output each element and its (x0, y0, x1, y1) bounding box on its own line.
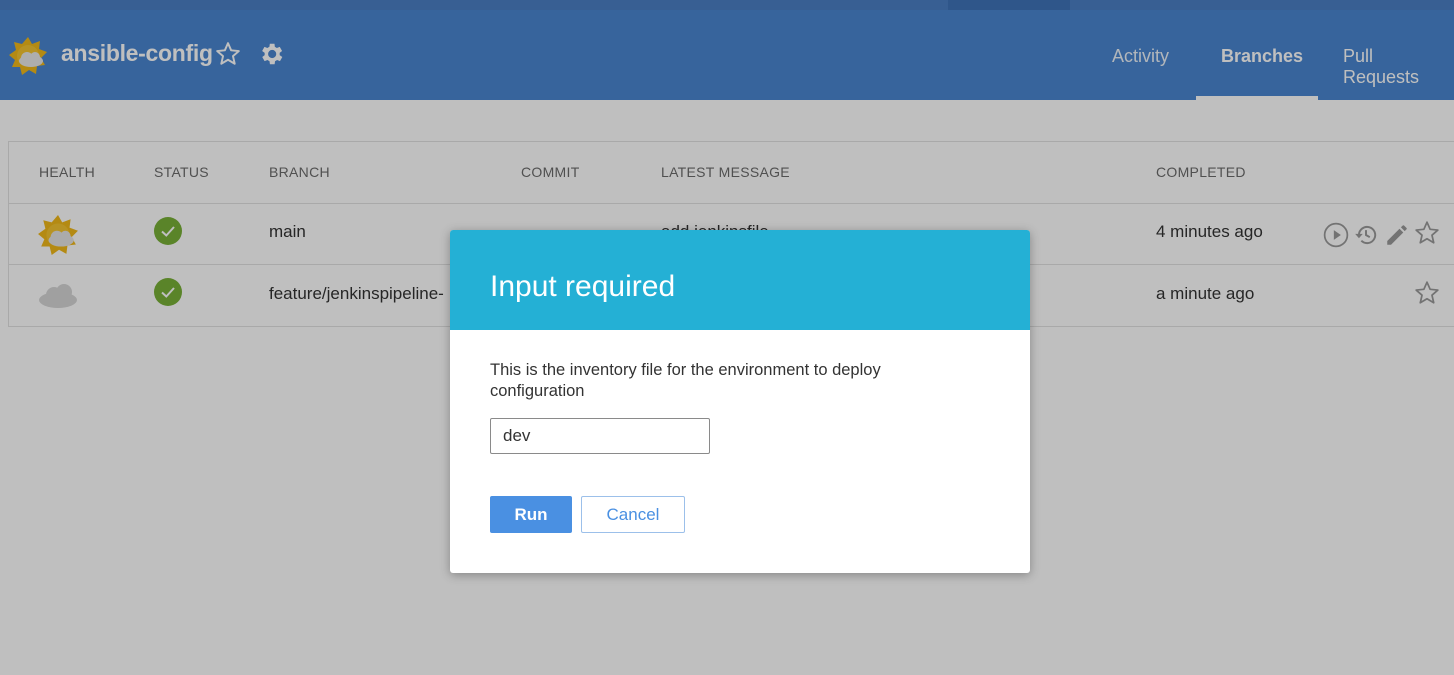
cancel-button[interactable]: Cancel (581, 496, 685, 533)
inventory-input[interactable] (490, 418, 710, 454)
dialog-message: This is the inventory file for the envir… (490, 361, 881, 400)
input-required-dialog: Input required This is the inventory fil… (450, 230, 1030, 573)
run-button[interactable]: Run (490, 496, 572, 533)
dialog-title: Input required (490, 270, 676, 303)
dialog-header: Input required (450, 230, 1030, 330)
